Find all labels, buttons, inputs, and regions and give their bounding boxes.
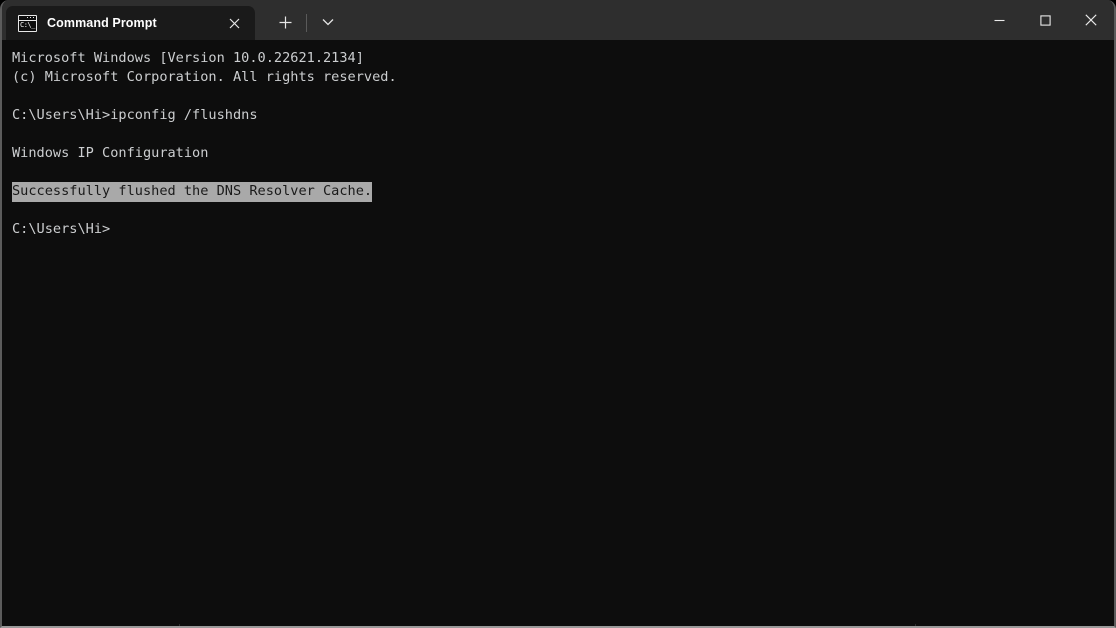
- console-line: Successfully flushed the DNS Resolver Ca…: [12, 182, 1114, 202]
- cmd-prompt-icon: C:\_: [18, 14, 37, 32]
- tab-close-icon[interactable]: [223, 12, 245, 34]
- terminal-pane[interactable]: Microsoft Windows [Version 10.0.22621.21…: [2, 40, 1114, 626]
- console-line: (c) Microsoft Corporation. All rights re…: [12, 69, 397, 85]
- minimize-button[interactable]: [976, 0, 1022, 40]
- console-line: Microsoft Windows [Version 10.0.22621.21…: [12, 50, 364, 66]
- cmd-icon-glyph: C:\_: [20, 20, 35, 29]
- console-output: Microsoft Windows [Version 10.0.22621.21…: [2, 49, 1114, 239]
- bottom-border-notch-right: [915, 624, 916, 626]
- selected-text: Successfully flushed the DNS Resolver Ca…: [12, 182, 373, 202]
- close-glyph: [229, 18, 239, 28]
- terminal-window: C:\_ Command Prompt Microsoft Windows [V…: [0, 0, 1116, 628]
- minimize-icon: [994, 19, 1004, 21]
- plus-icon: [279, 16, 291, 28]
- maximize-icon: [1039, 14, 1051, 26]
- tabstrip-divider: [306, 14, 307, 32]
- bottom-border-notch-left: [179, 624, 180, 626]
- tab-dropdown-button[interactable]: [314, 8, 342, 36]
- console-line: Windows IP Configuration: [12, 145, 209, 161]
- tab-command-prompt[interactable]: C:\_ Command Prompt: [6, 6, 255, 40]
- console-line: C:\Users\Hi>ipconfig /flushdns: [12, 107, 258, 123]
- close-icon: [1085, 14, 1097, 26]
- console-line: C:\Users\Hi>: [12, 221, 111, 237]
- chevron-down-icon: [322, 19, 334, 26]
- new-tab-button[interactable]: [271, 8, 299, 36]
- close-button[interactable]: [1068, 0, 1114, 40]
- tab-label: Command Prompt: [47, 16, 157, 30]
- window-caption-buttons: [976, 0, 1114, 40]
- maximize-button[interactable]: [1022, 0, 1068, 40]
- tab-strip: C:\_ Command Prompt: [2, 0, 1114, 40]
